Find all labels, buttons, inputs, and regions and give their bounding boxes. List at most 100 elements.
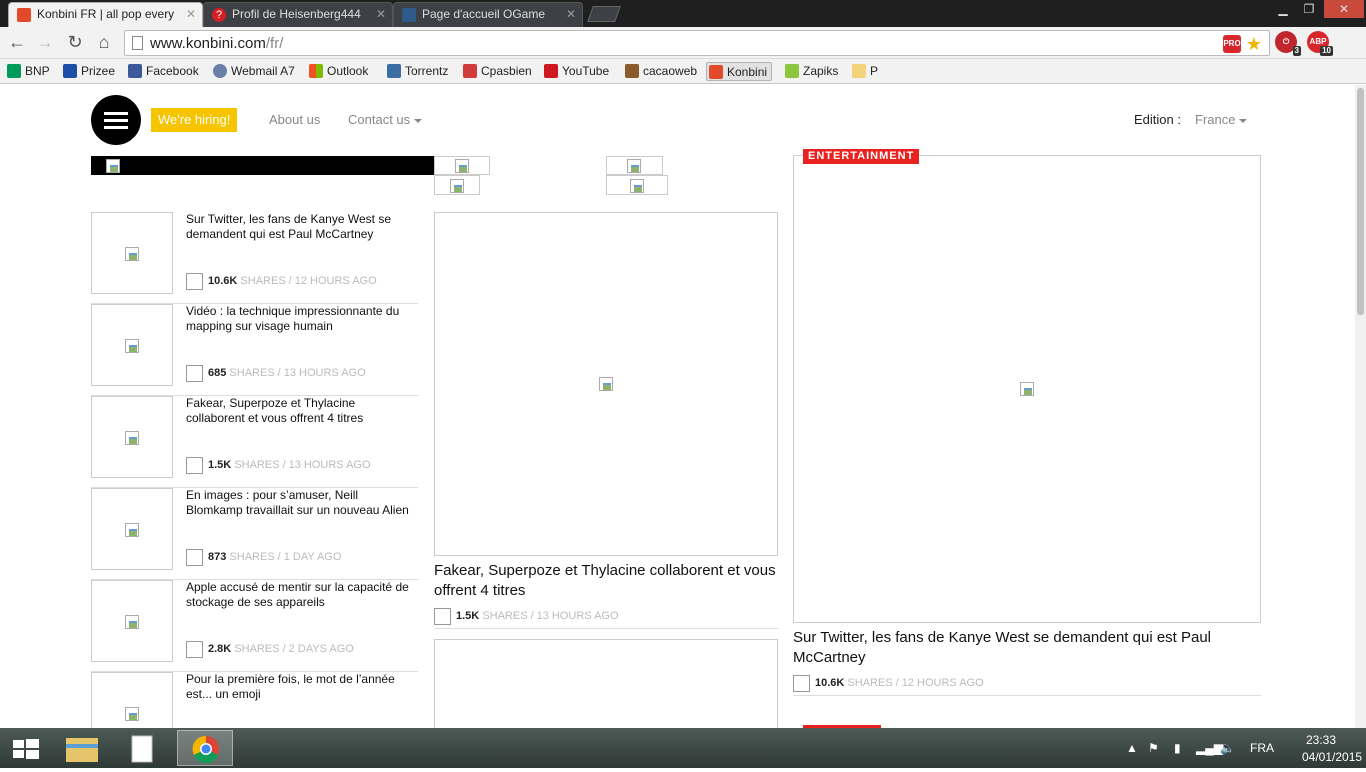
tray-expand-icon[interactable]: ▲ [1126,741,1138,755]
minimize-icon[interactable]: ▁ [1270,0,1296,18]
tab-konbini[interactable]: Konbini FR | all pop every ✕ [8,2,203,27]
list-item[interactable]: Fakear, Superpoze et Thylacine collabore… [91,396,418,488]
article-title[interactable]: Apple accusé de mentir sur la capacité d… [186,580,411,610]
bookmark-zapiks[interactable]: Zapiks [783,62,838,81]
pro-extension-icon[interactable]: PRO [1223,35,1241,53]
tab-heisenberg[interactable]: ? Profil de Heisenberg444 ✕ [203,2,393,27]
bookmark-youtube[interactable]: YouTube [542,62,609,81]
article-thumbnail[interactable] [91,580,173,662]
bookmark-prizee[interactable]: Prizee [61,62,115,81]
bookmark-cpasbien[interactable]: Cpasbien [461,62,532,81]
contact-link[interactable]: Contact us [348,112,423,127]
close-tab-icon[interactable]: ✕ [566,3,576,25]
tab-ogame[interactable]: Page d'accueil OGame ✕ [393,2,583,27]
menu-icon[interactable] [91,95,141,145]
broken-image-icon [450,179,464,193]
share-checkbox[interactable] [186,273,203,290]
article-thumbnail[interactable] [91,304,173,386]
article-thumbnail[interactable] [91,488,173,570]
ublock-icon[interactable]: ⏻ 3 [1275,31,1301,56]
language-indicator[interactable]: FRA [1250,741,1274,755]
ogame-favicon-icon [402,8,416,22]
ad-image [606,175,668,195]
document-icon[interactable] [117,730,173,766]
bookmark-cacaoweb[interactable]: cacaoweb [623,62,697,81]
broken-image-icon [125,339,139,353]
feature-title[interactable]: Fakear, Superpoze et Thylacine collabore… [434,561,778,601]
hiring-button[interactable]: We're hiring! [151,108,238,132]
list-item[interactable]: Vidéo : la technique impressionnante du … [91,304,418,396]
article-thumbnail[interactable] [91,212,173,294]
list-item[interactable]: Sur Twitter, les fans de Kanye West se d… [91,212,418,304]
abp-icon[interactable]: ABP 10 [1307,31,1333,56]
page-scrollbar[interactable] [1355,85,1366,728]
broken-image-icon [125,431,139,445]
article-title[interactable]: Sur Twitter, les fans de Kanye West se d… [186,212,411,242]
article-thumbnail[interactable] [91,672,173,728]
list-item[interactable]: Pour la première fois, le mot de l’année… [91,672,418,728]
new-tab-button[interactable] [587,6,621,22]
scrollbar-thumb[interactable] [1357,88,1364,315]
windows-start-icon[interactable] [0,730,56,766]
bookmark-outlook[interactable]: Outlook [307,62,368,81]
network-signal-icon[interactable]: ▂▄▆ [1196,741,1223,755]
article-title[interactable]: En images : pour s’amuser, Neill Blomkam… [186,488,411,518]
clock-date[interactable]: 04/01/2015 [1302,750,1362,764]
article-title[interactable]: Vidéo : la technique impressionnante du … [186,304,411,334]
youtube-icon [544,64,558,78]
share-checkbox[interactable] [793,675,810,692]
file-explorer-icon[interactable] [56,730,112,766]
edition-select[interactable]: France [1195,112,1248,127]
share-checkbox[interactable] [434,608,451,625]
windows-taskbar: ▲ ⚑ ▮ ▂▄▆ 🔈 FRA 23:33 04/01/2015 [0,728,1366,768]
page-icon [132,36,143,50]
broken-image-icon [125,707,139,721]
webmail-icon [213,64,227,78]
bookmark-konbini[interactable]: Konbini [706,62,773,81]
divider [434,628,778,629]
volume-icon[interactable]: 🔈 [1220,741,1235,755]
konbini-icon [709,65,723,79]
about-link[interactable]: About us [269,112,320,127]
article-thumbnail[interactable] [91,396,173,478]
bookmark-folder-p[interactable]: P [850,62,878,81]
feature-meta: 1.5K SHARES/13 HOURS AGO [434,608,778,626]
bookmark-star-icon[interactable]: ★ [1245,35,1263,53]
share-checkbox[interactable] [186,365,203,382]
outlook-icon [309,64,323,78]
feature-image[interactable] [434,212,778,556]
feature-image[interactable] [434,639,778,728]
article-title[interactable]: Pour la première fois, le mot de l’année… [186,672,411,702]
reload-icon[interactable]: ↻ [64,31,86,53]
feature-title[interactable]: Sur Twitter, les fans de Kanye West se d… [793,628,1261,668]
list-item[interactable]: Apple accusé de mentir sur la capacité d… [91,580,418,672]
address-bar[interactable]: www.konbini.com/fr/ PRO ★ [124,30,1270,56]
bookmark-facebook[interactable]: Facebook [126,62,199,81]
chrome-taskbar-icon[interactable] [177,730,233,766]
share-checkbox[interactable] [186,641,203,658]
home-icon[interactable]: ⌂ [93,31,115,53]
bookmark-torrentz[interactable]: Torrentz [385,62,448,81]
back-icon[interactable]: ← [6,31,28,53]
action-center-flag-icon[interactable]: ⚑ [1148,741,1159,755]
close-tab-icon[interactable]: ✕ [376,3,386,25]
category-badge[interactable]: ENTERTAINMENT [803,149,920,164]
article-title[interactable]: Fakear, Superpoze et Thylacine collabore… [186,396,411,426]
close-window-icon[interactable]: ✕ [1324,0,1364,18]
web-page: We're hiring! About us Contact us Editio… [0,85,1355,728]
bookmark-bnp[interactable]: BNP [5,62,50,81]
battery-icon[interactable]: ▮ [1174,741,1181,755]
list-item[interactable]: En images : pour s’amuser, Neill Blomkam… [91,488,418,580]
broken-image-icon [125,523,139,537]
close-tab-icon[interactable]: ✕ [186,3,196,25]
tab-label: Profil de Heisenberg444 [232,7,361,21]
feature-image[interactable] [793,155,1261,623]
share-checkbox[interactable] [186,549,203,566]
restore-icon[interactable]: ❐ [1296,0,1322,18]
ad-image [434,175,480,195]
forward-icon[interactable]: → [34,31,56,53]
clock-time[interactable]: 23:33 [1306,733,1336,747]
share-checkbox[interactable] [186,457,203,474]
bookmark-webmail[interactable]: Webmail A7 [211,62,295,81]
broken-image-icon [599,377,613,391]
